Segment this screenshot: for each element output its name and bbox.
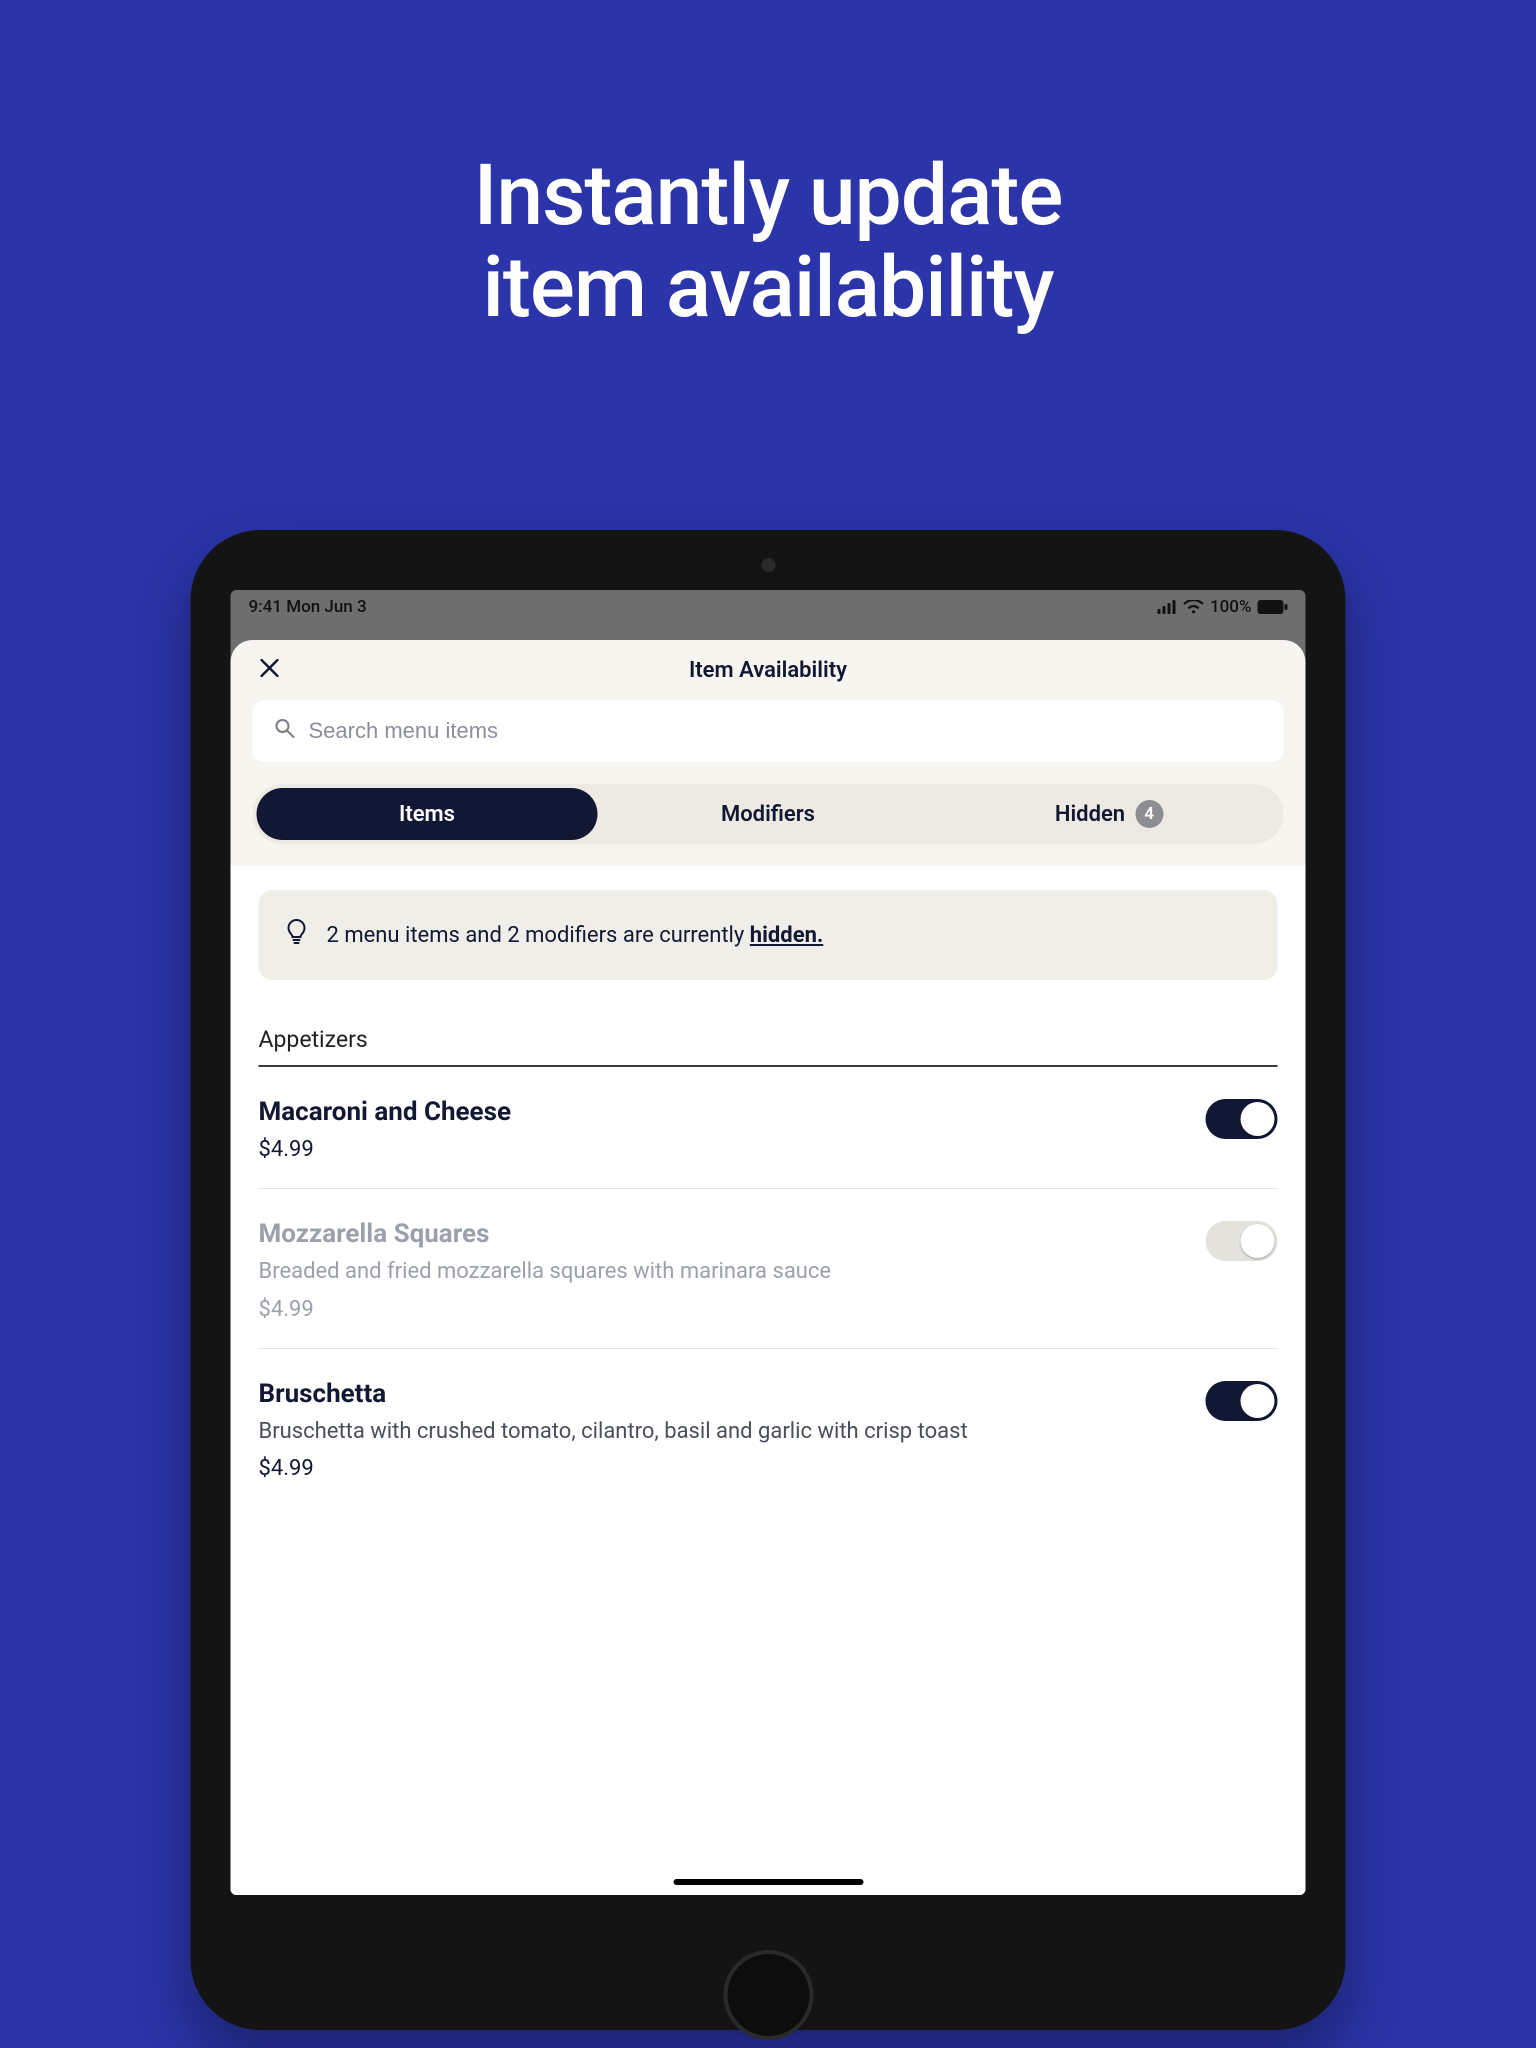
toggle-knob — [1241, 1224, 1275, 1258]
menu-item-desc: Bruschetta with crushed tomato, cilantro… — [259, 1417, 1176, 1447]
sheet-header: Item Availability — [231, 640, 1306, 700]
menu-item-name: Macaroni and Cheese — [259, 1097, 1176, 1127]
close-button[interactable] — [255, 655, 285, 685]
tab-items-label: Items — [399, 802, 455, 827]
banner-text-before: 2 menu items and 2 modifiers are current… — [327, 923, 750, 948]
battery-icon — [1258, 600, 1288, 614]
banner-text: 2 menu items and 2 modifiers are current… — [327, 923, 824, 948]
menu-item: Mozzarella Squares Breaded and fried mozz… — [259, 1189, 1278, 1349]
status-bar-left: 9:41 Mon Jun 3 — [249, 597, 367, 617]
menu-item-name: Bruschetta — [259, 1379, 1176, 1409]
section-title-appetizers: Appetizers — [259, 1026, 1278, 1067]
hidden-items-banner: 2 menu items and 2 modifiers are current… — [259, 890, 1278, 980]
tablet-camera — [761, 558, 775, 572]
tablet-screen: 9:41 Mon Jun 3 100% — [231, 590, 1306, 1895]
menu-item: Bruschetta Bruschetta with crushed tomato… — [259, 1349, 1278, 1508]
menu-item-price: $4.99 — [259, 1297, 1176, 1322]
search-input[interactable] — [309, 718, 1262, 744]
wifi-icon — [1184, 600, 1204, 614]
toggle-knob — [1241, 1102, 1275, 1136]
marketing-headline: Instantly update item availability — [0, 150, 1536, 335]
tabs: Items Modifiers Hidden 4 — [253, 784, 1284, 844]
tablet-frame: 9:41 Mon Jun 3 100% — [191, 530, 1346, 2030]
menu-item-price: $4.99 — [259, 1137, 1176, 1162]
headline-line-2: item availability — [0, 242, 1536, 334]
tab-modifiers[interactable]: Modifiers — [598, 788, 939, 840]
tablet-home-button[interactable] — [723, 1950, 813, 2040]
banner-hidden-link[interactable]: hidden. — [750, 923, 824, 948]
lightbulb-icon — [285, 918, 309, 952]
status-bar: 9:41 Mon Jun 3 100% — [231, 590, 1306, 624]
menu-item-name: Mozzarella Squares — [259, 1219, 1176, 1249]
item-availability-sheet: Item Availability Items Modifiers — [231, 640, 1306, 1895]
availability-toggle[interactable] — [1206, 1099, 1278, 1139]
content-area: 2 menu items and 2 modifiers are current… — [231, 866, 1306, 1895]
tab-modifiers-label: Modifiers — [721, 802, 815, 827]
toggle-knob — [1241, 1384, 1275, 1418]
status-date: Mon Jun 3 — [286, 597, 366, 617]
close-icon — [261, 659, 279, 681]
availability-toggle[interactable] — [1206, 1221, 1278, 1261]
battery-percent: 100% — [1210, 597, 1252, 617]
tab-hidden-label: Hidden — [1055, 802, 1125, 827]
headline-line-1: Instantly update — [0, 150, 1536, 242]
menu-item-desc: Breaded and fried mozzarella squares wit… — [259, 1257, 1176, 1287]
sheet-title: Item Availability — [689, 658, 847, 683]
status-time: 9:41 — [249, 597, 282, 617]
home-indicator — [673, 1879, 863, 1885]
tab-items[interactable]: Items — [257, 788, 598, 840]
menu-item: Macaroni and Cheese $4.99 — [259, 1067, 1278, 1189]
status-bar-right: 100% — [1158, 597, 1288, 617]
menu-item-text: Macaroni and Cheese $4.99 — [259, 1097, 1176, 1162]
search-icon — [275, 718, 295, 744]
cellular-icon — [1158, 600, 1178, 614]
menu-list: Macaroni and Cheese$4.99Mozzarella Squar… — [259, 1067, 1278, 1507]
hidden-count-badge: 4 — [1135, 800, 1163, 828]
menu-item-text: Bruschetta Bruschetta with crushed tomato… — [259, 1379, 1176, 1482]
search-box[interactable] — [253, 700, 1284, 762]
menu-item-text: Mozzarella Squares Breaded and fried mozz… — [259, 1219, 1176, 1322]
tab-hidden[interactable]: Hidden 4 — [939, 788, 1280, 840]
availability-toggle[interactable] — [1206, 1381, 1278, 1421]
menu-item-price: $4.99 — [259, 1456, 1176, 1481]
